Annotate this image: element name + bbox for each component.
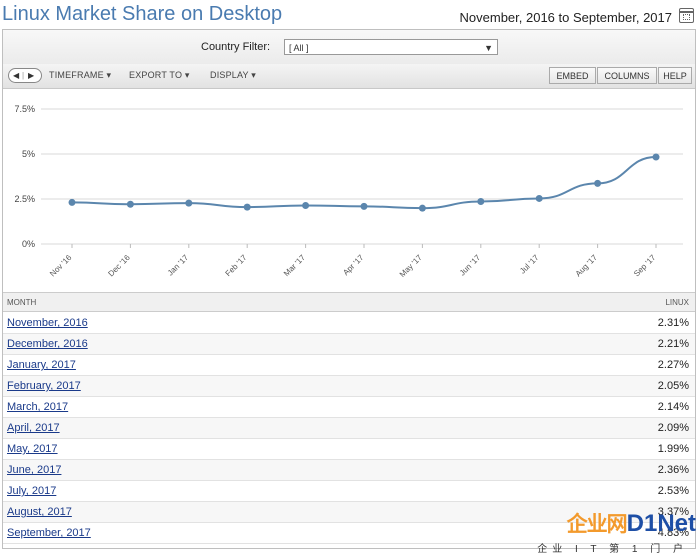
- data-point: [477, 198, 485, 206]
- x-tick-label: Jan '17: [166, 253, 191, 278]
- x-tick-label: Jun '17: [458, 253, 483, 278]
- filter-bar: Country Filter: [ All ] ▼: [3, 30, 695, 65]
- month-link[interactable]: June, 2017: [7, 464, 61, 476]
- caret-down-icon: ▾: [251, 70, 257, 80]
- data-point: [594, 179, 602, 187]
- month-link[interactable]: March, 2017: [7, 401, 68, 413]
- linux-share-value: 2.27%: [657, 359, 689, 371]
- linux-share-value: 2.09%: [657, 422, 689, 434]
- country-filter-select[interactable]: [ All ] ▼: [284, 39, 498, 55]
- table-row: November, 2016 2.31%: [3, 313, 695, 334]
- x-tick-label: Mar '17: [282, 253, 307, 278]
- month-link[interactable]: September, 2017: [7, 527, 91, 539]
- date-range[interactable]: November, 2016 to September, 2017: [460, 10, 672, 25]
- data-point: [418, 204, 426, 212]
- columns-button[interactable]: COLUMNS: [597, 67, 657, 84]
- caret-down-icon: ▾: [106, 70, 112, 80]
- y-tick-label: 7.5%: [14, 104, 35, 114]
- prev-next-buttons[interactable]: ◀ | ▶: [8, 68, 42, 83]
- month-link[interactable]: May, 2017: [7, 443, 58, 455]
- table-header: MONTH LINUX: [3, 292, 695, 312]
- country-filter-label: Country Filter:: [201, 41, 271, 53]
- x-tick-label: May '17: [398, 253, 424, 279]
- linux-share-value: 2.53%: [657, 485, 689, 497]
- country-filter-value: [ All ]: [289, 43, 309, 53]
- data-point: [360, 202, 368, 210]
- x-tick-label: Sep '17: [632, 253, 658, 279]
- month-link[interactable]: July, 2017: [7, 485, 56, 497]
- watermark-subtitle: 企业 I T 第 1 门 户: [537, 544, 688, 555]
- table-row: June, 2017 2.36%: [3, 460, 695, 481]
- table-row: March, 2017 2.14%: [3, 397, 695, 418]
- x-tick-label: Jul '17: [518, 253, 541, 276]
- page-header: Linux Market Share on Desktop November, …: [0, 0, 700, 30]
- y-tick-label: 2.5%: [14, 194, 35, 204]
- month-link[interactable]: April, 2017: [7, 422, 60, 434]
- x-tick-label: Feb '17: [224, 253, 249, 278]
- y-tick-label: 5%: [22, 149, 35, 159]
- data-point: [185, 199, 193, 207]
- linux-share-value: 2.31%: [657, 317, 689, 329]
- data-point: [68, 198, 76, 206]
- linux-share-value: 2.21%: [657, 338, 689, 350]
- linux-share-line-chart: 0% 2.5% 5% 7.5% Nov '16 Dec '16 Jan '17 Feb '17…: [14, 104, 683, 279]
- x-tick-label: Apr '17: [341, 253, 366, 278]
- table-row: February, 2017 2.05%: [3, 376, 695, 397]
- data-point: [535, 194, 543, 202]
- data-point: [243, 203, 251, 211]
- linux-share-value: 2.36%: [657, 464, 689, 476]
- table-row: May, 2017 1.99%: [3, 439, 695, 460]
- x-tick-label: Dec '16: [106, 253, 132, 279]
- month-link[interactable]: August, 2017: [7, 506, 72, 518]
- watermark: 企业网D1Net 企业 I T 第 1 门 户: [537, 504, 696, 555]
- data-point: [302, 201, 310, 209]
- month-link[interactable]: December, 2016: [7, 338, 88, 350]
- chart-toolbar: ◀ | ▶ TIMEFRAME ▾ EXPORT TO ▾ DISPLAY ▾ …: [3, 64, 695, 89]
- series-line: [71, 156, 657, 210]
- stats-panel: Country Filter: [ All ] ▼ ◀ | ▶ TIMEFRAM…: [2, 29, 696, 549]
- embed-button[interactable]: EMBED: [549, 67, 596, 84]
- export-menu[interactable]: EXPORT TO ▾: [129, 70, 190, 81]
- data-point: [126, 200, 134, 208]
- linux-column-header[interactable]: LINUX: [665, 298, 689, 307]
- linux-share-value: 1.99%: [657, 443, 689, 455]
- table-row: April, 2017 2.09%: [3, 418, 695, 439]
- month-link[interactable]: January, 2017: [7, 359, 76, 371]
- month-link[interactable]: February, 2017: [7, 380, 81, 392]
- help-button[interactable]: HELP: [658, 67, 692, 84]
- month-link[interactable]: November, 2016: [7, 317, 88, 329]
- display-menu[interactable]: DISPLAY ▾: [210, 70, 256, 81]
- table-row: July, 2017 2.53%: [3, 481, 695, 502]
- watermark-logo: 企业网D1Net: [566, 510, 696, 537]
- prev-arrow-icon[interactable]: ◀: [13, 69, 19, 82]
- next-arrow-icon[interactable]: ▶: [28, 69, 34, 82]
- table-row: January, 2017 2.27%: [3, 355, 695, 376]
- linux-share-value: 2.05%: [657, 380, 689, 392]
- x-tick-label: Aug '17: [574, 253, 600, 279]
- page-title: Linux Market Share on Desktop: [2, 3, 283, 25]
- dropdown-arrow-icon: ▼: [484, 43, 493, 53]
- linux-share-value: 2.14%: [657, 401, 689, 413]
- x-tick-label: Nov '16: [48, 253, 74, 279]
- table-row: December, 2016 2.21%: [3, 334, 695, 355]
- caret-down-icon: ▾: [184, 70, 190, 80]
- calendar-icon[interactable]: [679, 8, 694, 23]
- data-point: [652, 153, 660, 161]
- y-tick-label: 0%: [22, 239, 35, 249]
- timeframe-menu[interactable]: TIMEFRAME ▾: [49, 70, 111, 81]
- month-column-header[interactable]: MONTH: [7, 298, 36, 307]
